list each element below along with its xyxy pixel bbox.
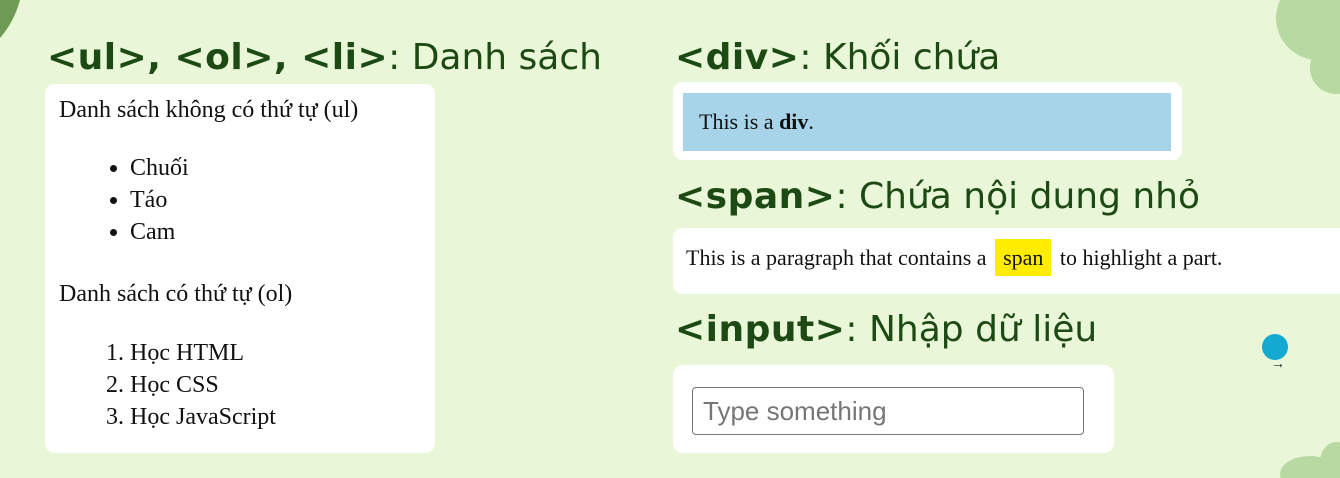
ordered-list-heading: Danh sách có thứ tự (ol) [59,281,293,307]
heading-input-text: : Nhập dữ liệu [845,309,1098,350]
heading-span-tag: <span> [675,176,836,217]
decor-blob-bottom-right [1280,442,1340,478]
span-demo-card: This is a paragraph that contains a span… [673,228,1340,294]
div-demo-bold: div [779,109,809,134]
heading-div: <div>: Khối chứa [675,36,1000,80]
unordered-list: Chuối Táo Cam [101,152,189,248]
div-demo-suffix: . [808,109,814,134]
heading-div-tag: <div> [675,37,800,78]
unordered-list-heading: Danh sách không có thứ tự (ul) [59,97,359,123]
text-input[interactable] [692,387,1084,435]
ordered-list: Học HTML Học CSS Học JavaScript [101,337,276,433]
list-item: Học CSS [130,369,276,401]
div-demo-card: This is a div. [673,82,1182,160]
list-demo-card: Danh sách không có thứ tự (ul) Chuối Táo… [45,84,435,453]
span-demo-paragraph: This is a paragraph that contains a span… [686,239,1223,276]
list-item: Táo [130,184,189,216]
list-item: Học JavaScript [130,401,276,433]
span-demo-before: This is a paragraph that contains a [686,245,987,270]
list-item: Cam [130,216,189,248]
heading-span-text: : Chứa nội dung nhỏ [835,176,1201,217]
cursor-arrow-icon: → [1271,355,1285,371]
heading-input-tag: <input> [675,309,846,350]
heading-input: <input>: Nhập dữ liệu [675,308,1097,352]
decor-blob-top-right [1276,0,1340,94]
heading-div-text: : Khối chứa [799,37,1001,78]
heading-lists-tag: <ul>, <ol>, <li> [47,37,389,78]
decor-blob-top-left [0,0,20,38]
heading-span: <span>: Chứa nội dung nhỏ [675,175,1200,219]
list-item: Học HTML [130,337,276,369]
input-demo-card [673,365,1114,453]
div-demo-box: This is a div. [683,93,1171,151]
heading-lists: <ul>, <ol>, <li>: Danh sách [47,36,602,80]
span-demo-after: to highlight a part. [1059,245,1223,270]
list-item: Chuối [130,152,189,184]
div-demo-prefix: This is a [699,109,780,134]
span-demo-highlight: span [995,239,1052,276]
heading-lists-text: : Danh sách [388,37,602,78]
